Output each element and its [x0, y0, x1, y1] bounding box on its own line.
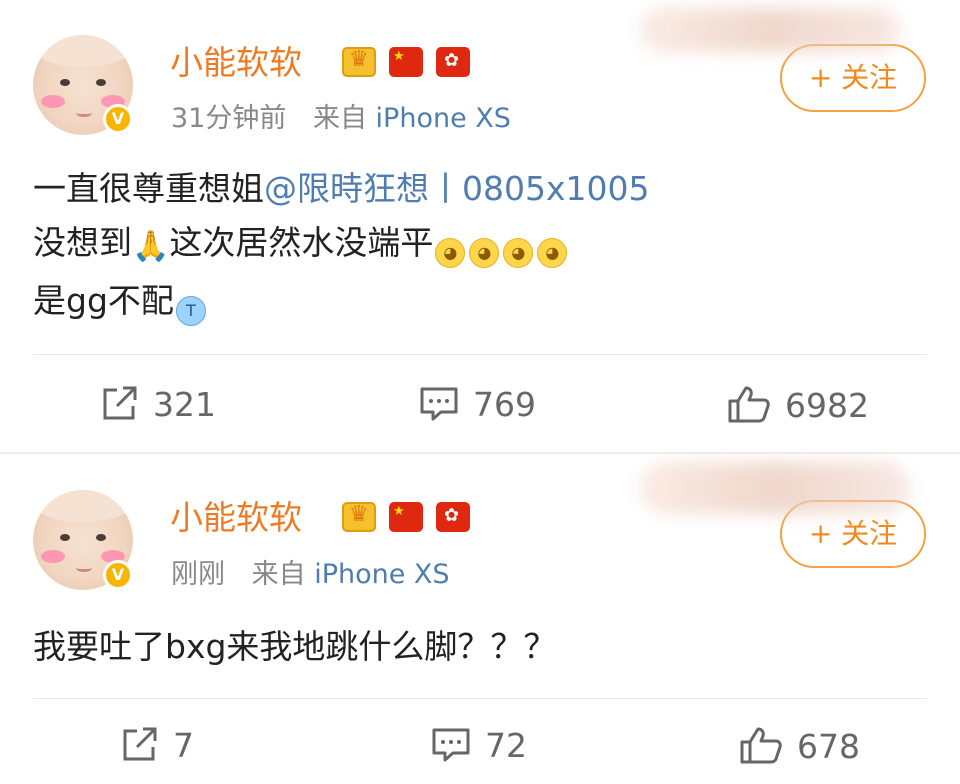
verified-icon: V [103, 560, 133, 590]
comment-button[interactable]: 72 [431, 726, 527, 766]
repost-button[interactable]: 7 [121, 726, 194, 766]
repost-button[interactable]: 321 [101, 385, 216, 425]
post-content: 我要吐了bxg来我地跳什么脚？？？ [33, 620, 556, 674]
post-content: 一直很尊重想姐@限時狂想丨0805x1005 没想到🙏这次居然水没端平 ◕ ◕ ◕ ◕ … [33, 162, 650, 328]
mention-link[interactable]: @限時狂想丨0805x1005 [264, 169, 650, 208]
china-flag-icon[interactable] [389, 47, 423, 77]
weibo-post: V 小能软软 刚刚 来自 iPhone XS + 关注 我要吐了bxg来我地跳什… [0, 454, 960, 784]
from-label: 来自 [251, 559, 306, 590]
content-line: 我要吐了bxg来我地跳什么脚？？？ [33, 627, 557, 666]
crown-icon[interactable] [342, 502, 376, 532]
weibo-post: V 小能软软 31分钟前 来自 iPhone XS + 关注 一直很尊重想姐@限… [0, 0, 960, 452]
divider [33, 354, 927, 355]
username[interactable]: 小能软软 [170, 498, 302, 538]
verified-icon: V [103, 104, 133, 134]
hand-emoji-icon: 🙏 [132, 229, 170, 264]
comment-icon [432, 728, 470, 762]
comment-icon [420, 387, 458, 421]
hongkong-flag-icon[interactable] [436, 502, 470, 532]
device-link[interactable]: iPhone XS [376, 103, 511, 134]
hongkong-flag-icon[interactable] [436, 47, 470, 77]
content-line: 一直很尊重想姐@限時狂想丨0805x1005 [33, 169, 650, 208]
repost-icon [103, 386, 137, 420]
post-meta: 刚刚 来自 iPhone XS [171, 558, 450, 592]
repost-icon [123, 727, 157, 761]
pitiful-emoji-icon: ◕ [503, 238, 534, 268]
blurred-region [640, 462, 910, 514]
crown-icon[interactable] [342, 47, 376, 77]
like-button[interactable]: 6982 [727, 385, 869, 426]
china-flag-icon[interactable] [389, 502, 423, 532]
blurred-region [640, 8, 900, 52]
pitiful-emoji-icon: ◕ [537, 238, 568, 268]
post-time: 刚刚 [171, 559, 225, 590]
content-line: 是gg不配 T [33, 274, 650, 328]
follow-button[interactable]: + 关注 [780, 44, 926, 112]
pitiful-emoji-icon: ◕ [435, 238, 466, 268]
from-label: 来自 [312, 103, 367, 134]
content-line: 没想到🙏这次居然水没端平 ◕ ◕ ◕ ◕ [33, 216, 650, 274]
crying-emoji-icon: T [175, 296, 206, 326]
like-button[interactable]: 678 [739, 726, 860, 767]
thumbs-up-icon [728, 386, 770, 423]
device-link[interactable]: iPhone XS [314, 559, 449, 590]
post-time: 31分钟前 [171, 103, 287, 134]
username[interactable]: 小能软软 [170, 43, 302, 83]
pitiful-emoji-icon: ◕ [469, 238, 500, 268]
thumbs-up-icon [740, 727, 782, 764]
post-meta: 31分钟前 来自 iPhone XS [171, 102, 511, 136]
divider [33, 698, 927, 699]
comment-button[interactable]: 769 [419, 385, 536, 425]
